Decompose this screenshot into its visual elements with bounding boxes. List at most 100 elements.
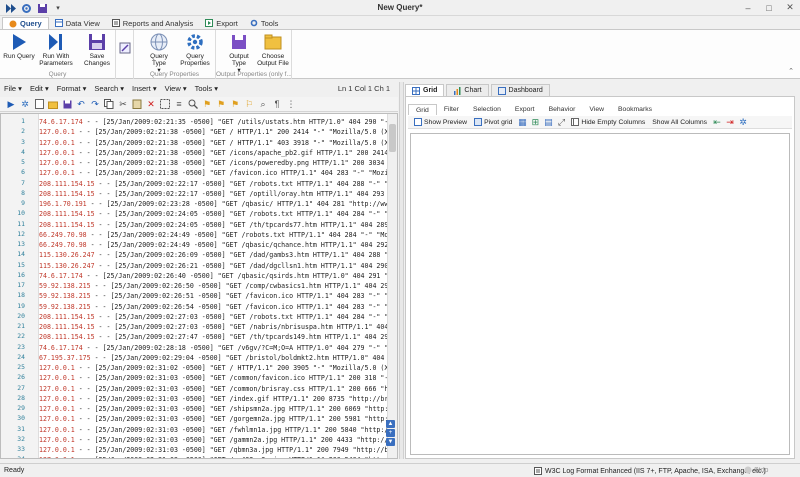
subtab-filter[interactable]: Filter: [437, 104, 466, 115]
indent-icon[interactable]: ≡: [174, 99, 184, 109]
copy-icon[interactable]: [104, 99, 114, 109]
minimize-icon[interactable]: –: [742, 2, 754, 13]
code-line[interactable]: 208.111.154.15 - - [25/Jan/2009:02:24:05…: [39, 220, 387, 230]
code-line[interactable]: 208.111.154.15 - - [25/Jan/2009:02:24:05…: [39, 209, 387, 219]
code-line[interactable]: 208.111.154.15 - - [25/Jan/2009:02:27:03…: [39, 312, 387, 322]
scrollbar-thumb[interactable]: [389, 124, 396, 152]
show-preview-button[interactable]: Show Preview: [412, 118, 469, 126]
edit-icon[interactable]: [119, 42, 131, 54]
query-editor[interactable]: 1 2 3 4 5 6 7 8 9 10 11 12 13 14 15 16 17 18 19 20 21 22 23 24 2…: [0, 113, 398, 459]
code-line[interactable]: 74.6.17.174 - - [25/Jan/2009:02:21:35 -0…: [39, 117, 387, 127]
chevron-down-icon[interactable]: ▾: [52, 2, 64, 14]
gear-icon[interactable]: ✲: [20, 99, 30, 109]
select-all-icon[interactable]: [160, 99, 170, 109]
bookmark-prev-icon[interactable]: ⚑: [216, 99, 226, 109]
pane-splitter[interactable]: [399, 82, 404, 459]
log-format-indicator[interactable]: W3C Log Format Enhanced (IIS 7+, FTP, Ap…: [534, 467, 766, 475]
code-line[interactable]: 208.111.154.15 - - [25/Jan/2009:02:22:17…: [39, 179, 387, 189]
code-line[interactable]: 127.0.0.1 - - [25/Jan/2009:02:21:38 -050…: [39, 168, 387, 178]
bookmark-clear-icon[interactable]: ⚐: [244, 99, 254, 109]
run-icon[interactable]: [4, 2, 16, 14]
ribbon-collapse-icon[interactable]: ⌃: [788, 67, 794, 75]
bookmark-icon[interactable]: ⚑: [202, 99, 212, 109]
format-icon[interactable]: ¶: [272, 99, 282, 109]
query-properties-button[interactable]: Query Properties: [178, 32, 212, 67]
find-icon[interactable]: [188, 99, 198, 109]
results-grid[interactable]: [410, 133, 790, 455]
menu-file[interactable]: File ▾: [4, 84, 22, 93]
add-column-icon[interactable]: ⊞: [530, 117, 540, 127]
hide-empty-columns-button[interactable]: Hide Empty Columns: [569, 118, 647, 126]
tab-reports-and-analysis[interactable]: Reports and Analysis: [106, 17, 199, 29]
arrow-up-icon[interactable]: ▲: [386, 420, 395, 428]
tab-chart[interactable]: Chart: [446, 84, 489, 96]
new-file-icon[interactable]: [34, 99, 44, 109]
move-left-icon[interactable]: ⇤: [712, 117, 722, 127]
code-line[interactable]: 127.0.0.1 - - [25/Jan/2009:02:21:38 -050…: [39, 127, 387, 137]
code-line[interactable]: 59.92.138.215 - - [25/Jan/2009:02:26:50 …: [39, 281, 387, 291]
save-icon[interactable]: [62, 99, 72, 109]
code-line[interactable]: 74.6.17.174 - - [25/Jan/2009:02:26:40 -0…: [39, 271, 387, 281]
subtab-behavior[interactable]: Behavior: [542, 104, 583, 115]
vertical-scrollbar[interactable]: [387, 114, 397, 458]
maximize-icon[interactable]: □: [763, 2, 775, 13]
column-chooser-icon[interactable]: ▦: [517, 117, 527, 127]
run-with-parameters-button[interactable]: Run With Parameters: [38, 32, 74, 67]
choose-output-file-button[interactable]: Choose Output File: [256, 32, 290, 67]
code-line[interactable]: 127.0.0.1 - - [25/Jan/2009:02:31:03 -050…: [39, 394, 387, 404]
code-line[interactable]: 208.111.154.15 - - [25/Jan/2009:02:27:03…: [39, 322, 387, 332]
close-icon[interactable]: ✕: [784, 2, 796, 13]
menu-format[interactable]: Format ▾: [57, 84, 87, 93]
menu-search[interactable]: Search ▾: [94, 84, 124, 93]
tab-tools[interactable]: Tools: [244, 17, 285, 29]
code-line[interactable]: 66.249.70.98 - - [25/Jan/2009:02:24:49 -…: [39, 230, 387, 240]
run-query-button[interactable]: Run Query: [2, 32, 36, 60]
cut-icon[interactable]: ✂: [118, 99, 128, 109]
pivot-grid-button[interactable]: Pivot grid: [472, 118, 514, 126]
grid-settings-icon[interactable]: ▤: [543, 117, 553, 127]
stop-button[interactable]: Stop: [744, 466, 768, 474]
delete-icon[interactable]: ✕: [146, 99, 156, 109]
menu-insert[interactable]: Insert ▾: [132, 84, 157, 93]
code-line[interactable]: 127.0.0.1 - - [25/Jan/2009:02:31:03 -050…: [39, 445, 387, 455]
code-line[interactable]: 127.0.0.1 - - [25/Jan/2009:02:31:03 -050…: [39, 425, 387, 435]
tab-query[interactable]: Query: [2, 17, 49, 29]
tab-grid[interactable]: Grid: [405, 84, 445, 96]
run-icon[interactable]: ▶: [6, 99, 16, 109]
gear-icon[interactable]: [20, 2, 32, 14]
tab-data-view[interactable]: Data View: [49, 17, 106, 29]
code-line[interactable]: 127.0.0.1 - - [25/Jan/2009:02:31:03 -050…: [39, 373, 387, 383]
code-line[interactable]: 208.111.154.15 - - [25/Jan/2009:02:27:47…: [39, 332, 387, 342]
code-line[interactable]: 127.0.0.1 - - [25/Jan/2009:02:21:38 -050…: [39, 148, 387, 158]
paste-icon[interactable]: [132, 99, 142, 109]
menu-edit[interactable]: Edit ▾: [30, 84, 49, 93]
code-line[interactable]: 196.1.70.191 - - [25/Jan/2009:02:23:28 -…: [39, 199, 387, 209]
query-type-button[interactable]: Query Type ▾: [144, 32, 174, 74]
code-line[interactable]: 127.0.0.1 - - [25/Jan/2009:02:31:03 -050…: [39, 404, 387, 414]
code-line[interactable]: 127.0.0.1 - - [25/Jan/2009:02:31:03 -050…: [39, 384, 387, 394]
plus-icon[interactable]: +: [386, 429, 395, 437]
code-line[interactable]: 208.111.154.15 - - [25/Jan/2009:02:22:17…: [39, 189, 387, 199]
move-right-icon[interactable]: ⇥: [725, 117, 735, 127]
arrow-down-icon[interactable]: ▼: [386, 438, 395, 446]
subtab-bookmarks[interactable]: Bookmarks: [611, 104, 659, 115]
tab-export[interactable]: Export: [199, 17, 244, 29]
tab-dashboard[interactable]: Dashboard: [490, 84, 550, 96]
code-line[interactable]: 115.130.26.247 - - [25/Jan/2009:02:26:21…: [39, 261, 387, 271]
subtab-view[interactable]: View: [582, 104, 611, 115]
code-line[interactable]: 74.6.17.174 - - [25/Jan/2009:02:28:18 -0…: [39, 343, 387, 353]
code-area[interactable]: 74.6.17.174 - - [25/Jan/2009:02:21:35 -0…: [39, 114, 387, 458]
subtab-export[interactable]: Export: [508, 104, 542, 115]
menu-tools[interactable]: Tools ▾: [195, 84, 218, 93]
code-line[interactable]: 127.0.0.1 - - [25/Jan/2009:02:31:03 -050…: [39, 455, 387, 458]
code-line[interactable]: 127.0.0.1 - - [25/Jan/2009:02:21:38 -050…: [39, 158, 387, 168]
code-line[interactable]: 66.249.70.98 - - [25/Jan/2009:02:24:49 -…: [39, 240, 387, 250]
subtab-grid[interactable]: Grid: [408, 104, 437, 115]
output-type-button[interactable]: Output Type ▾: [224, 32, 254, 74]
redo-icon[interactable]: ↷: [90, 99, 100, 109]
bookmark-next-icon[interactable]: ⚑: [230, 99, 240, 109]
undo-icon[interactable]: ↶: [76, 99, 86, 109]
menu-view[interactable]: View ▾: [165, 84, 187, 93]
code-line[interactable]: 127.0.0.1 - - [25/Jan/2009:02:21:38 -050…: [39, 138, 387, 148]
code-line[interactable]: 127.0.0.1 - - [25/Jan/2009:02:31:03 -050…: [39, 435, 387, 445]
